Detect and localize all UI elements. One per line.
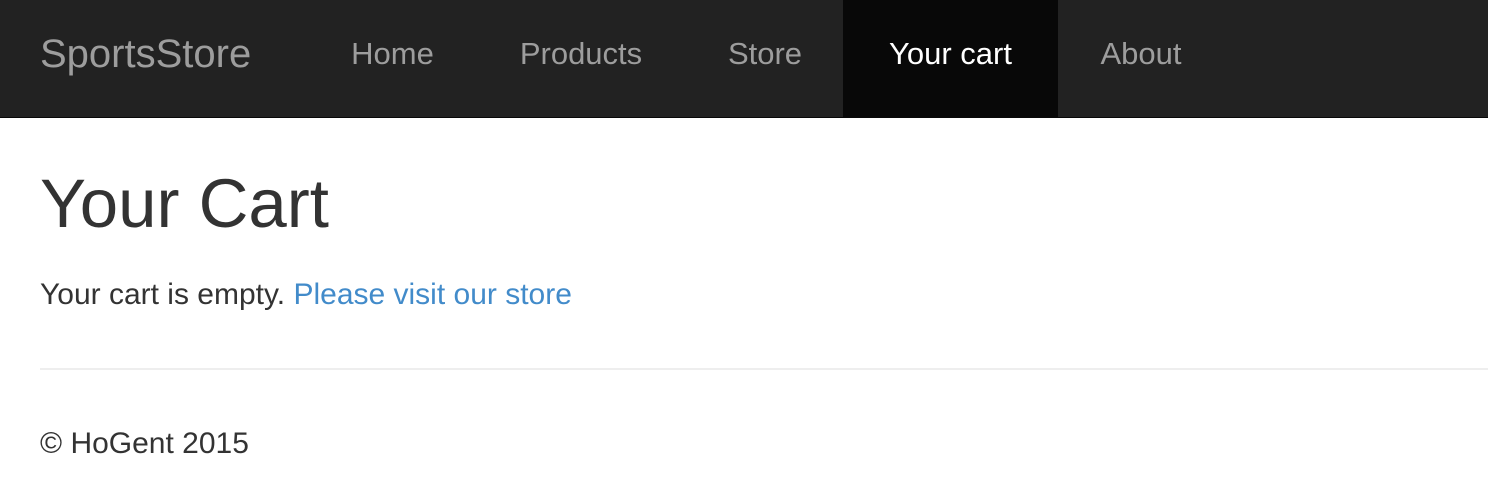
visit-store-link[interactable]: Please visit our store (293, 278, 571, 311)
nav-item-home[interactable]: Home (314, 0, 471, 117)
footer-divider (40, 368, 1488, 370)
page-title: Your Cart (40, 165, 329, 242)
footer-copyright: © HoGent 2015 (40, 427, 249, 460)
empty-cart-message: Your cart is empty. Please visit our sto… (40, 274, 572, 316)
nav-item-store[interactable]: Store (688, 0, 842, 117)
empty-cart-text: Your cart is empty. (40, 278, 286, 311)
nav-item-about[interactable]: About (1058, 0, 1224, 117)
top-navbar: SportsStore Home Products Store Your car… (0, 0, 1488, 118)
nav-item-products[interactable]: Products (476, 0, 686, 117)
brand-link[interactable]: SportsStore (40, 0, 251, 117)
nav-item-your-cart[interactable]: Your cart (843, 0, 1058, 117)
